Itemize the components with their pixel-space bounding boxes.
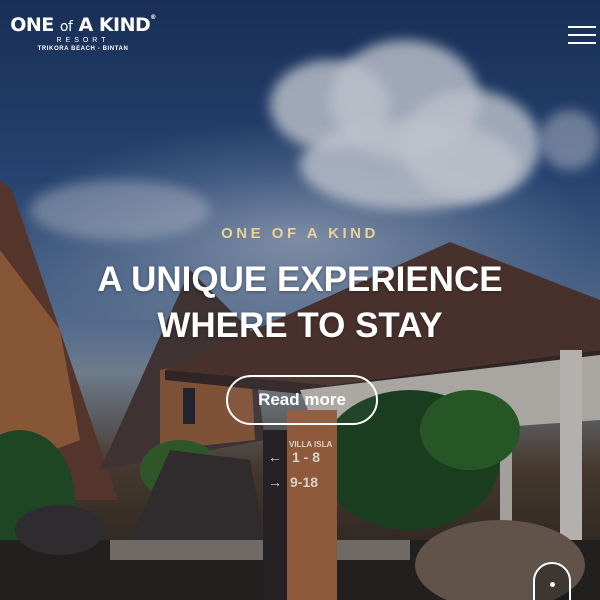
hamburger-menu-icon[interactable] xyxy=(568,24,596,46)
headline-line: WHERE TO STAY xyxy=(157,306,443,345)
hero-headline: A UNIQUE EXPERIENCE WHERE TO STAY xyxy=(0,257,600,349)
brand-subtitle: RESORT xyxy=(56,37,110,44)
menu-bar xyxy=(568,42,596,44)
brand-name: ONE of A KIND® xyxy=(8,14,158,36)
brand-name-of: of xyxy=(59,19,73,35)
brand-location: TRIKORA BEACH - BINTAN xyxy=(37,46,129,52)
signpost-label: VILLA ISLA xyxy=(289,440,333,449)
registered-mark: ® xyxy=(150,14,156,21)
scroll-down-mouse-icon[interactable] xyxy=(533,562,571,600)
scroll-dot xyxy=(550,582,555,587)
hero-section: VILLA ISLA ← 1 - 8 → 9-18 ONE of A KIND®… xyxy=(0,0,600,600)
brand-logo[interactable]: ONE of A KIND® RESORT TRIKORA BEACH - BI… xyxy=(8,14,158,52)
menu-bar xyxy=(568,26,596,28)
brand-name-one: ONE xyxy=(10,14,54,36)
left-arrow-icon: ← xyxy=(268,449,282,465)
menu-bar xyxy=(568,34,596,36)
signpost-range: 9-18 xyxy=(290,474,319,490)
right-arrow-icon: → xyxy=(268,474,282,490)
brand-name-kind: A KIND xyxy=(78,14,151,36)
headline-line: A UNIQUE EXPERIENCE xyxy=(97,260,503,299)
signpost-range: 1 - 8 xyxy=(292,449,321,465)
read-more-button[interactable]: Read more xyxy=(226,375,378,425)
hero-eyebrow: ONE OF A KIND xyxy=(221,225,379,242)
